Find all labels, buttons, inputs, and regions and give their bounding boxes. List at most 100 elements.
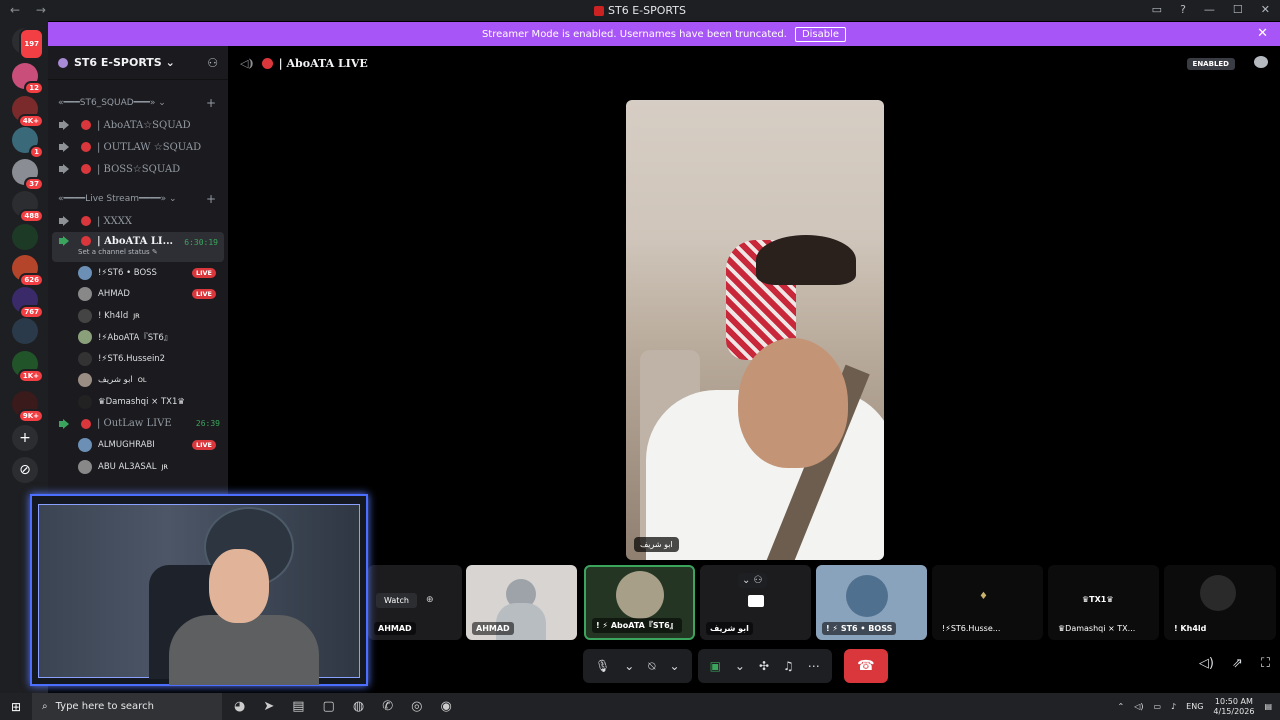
file-explorer-icon[interactable]: ▤ [292,699,304,714]
whatsapp-icon[interactable]: ✆ [382,699,393,714]
fullscreen-icon[interactable]: ⛶ [1261,656,1270,671]
avatar [78,373,92,388]
guild-icon[interactable]: 12 [12,63,44,95]
edge-icon[interactable]: ◎ [411,699,422,714]
category-squad[interactable]: «━━━ST6_SQUAD━━━» ⌄ + [48,92,228,114]
voice-user[interactable]: ابو شريف OL [48,370,228,392]
activities-icon[interactable]: ✣ [759,659,769,673]
live-badge: LIVE [191,267,216,278]
invite-icon[interactable]: ⚇ [207,56,218,70]
category-live-stream[interactable]: «━━━━Live Stream━━━━» ⌄ + [48,188,228,210]
popout-icon[interactable]: ⇗ [1232,656,1243,671]
participant-tile[interactable]: ! ⚡ ST6 • BOSS [816,565,927,640]
microphone-icon[interactable]: 🎙 [595,659,610,673]
discord-home-icon[interactable]: ◕197 [12,28,44,60]
clock[interactable]: 10:50 AM 4/15/2026 [1213,697,1254,717]
voice-user[interactable]: !⚡ST6 • BOSS LIVE [48,262,228,284]
guild-icon[interactable]: 767 [12,287,44,319]
user-name: !⚡AboATA『ST6』 [98,333,173,344]
voice-active-icon [59,418,73,429]
camera-off-icon[interactable]: ⍉ [648,659,655,674]
voice-user[interactable]: ♛Damashqi × TX1♛ [48,391,228,413]
guild-icon-st6[interactable]: 37 [12,159,44,191]
chat-icon[interactable] [1254,56,1268,68]
voice-active-icon [59,236,73,246]
disconnect-button[interactable]: ☎ [843,649,888,683]
channel-aboata-squad[interactable]: | AboATA☆SQUAD [48,114,228,136]
more-icon[interactable]: ⋯ [808,659,820,673]
voice-user[interactable]: ! Kh4ld JR [48,305,228,327]
guild-icon[interactable]: 488 [12,191,44,223]
notifications-icon[interactable]: ▤ [1264,702,1272,711]
voice-user[interactable]: AHMAD LIVE [48,284,228,306]
video-user-label: ابو شريف [634,537,679,552]
inbox-icon[interactable]: ▭ [1152,3,1162,16]
voice-user[interactable]: !⚡ST6.Hussein2 [48,348,228,370]
taskbar-search[interactable]: ⌕ Type here to search [32,693,222,720]
add-channel-icon[interactable]: + [206,192,216,206]
voice-user[interactable]: !⚡AboATA『ST6』 [48,327,228,349]
participant-tile[interactable]: ! Kh4ld [1164,565,1276,640]
channel-aboata-live[interactable]: | AboATA LI... 6:30:19 Set a channel sta… [52,232,224,262]
channel-outlaw-live[interactable]: | OutLaw LIVE 26:39 [48,413,228,435]
participant-tile[interactable]: ⌄ ⚇ ابو شريف [700,565,811,640]
windows-start-icon[interactable]: ⊞ [0,700,32,714]
guild-icon[interactable]: 626 [12,255,44,287]
screen-share-icon[interactable]: ▣ [710,659,721,673]
minimize-icon[interactable]: — [1204,3,1215,16]
channel-status[interactable]: Set a channel status ✎ [78,248,158,256]
channel-xxxx[interactable]: | XXXX [48,210,228,232]
focused-video[interactable]: ابو شريف [626,100,884,560]
chevron-up-icon[interactable]: ⌃ [1118,702,1125,711]
add-server-icon[interactable]: + [12,425,38,451]
watch-stream-icon[interactable]: ⊕ [426,595,434,605]
system-tray: ⌃ ◁) ▭ ♪ ENG 10:50 AM 4/15/2026 ▤ [1118,693,1273,720]
disable-button[interactable]: Disable [794,26,847,42]
telegram-icon[interactable]: ➤ [263,699,274,714]
tx1-logo: ♛TX1♛ [1082,595,1114,604]
user-name: !⚡ST6 • BOSS [98,267,157,278]
guild-icon[interactable]: 1 [12,127,44,159]
watch-button[interactable]: Watch [376,593,417,608]
guild-icon[interactable] [12,318,38,344]
chevron-down-icon[interactable]: ⌄ [735,659,745,673]
guild-icon[interactable]: 4K+ [12,96,44,128]
help-icon[interactable]: ? [1180,3,1186,16]
volume-icon[interactable]: ◁) [1199,656,1214,671]
chevron-down-icon[interactable]: ⌄ [624,659,634,673]
chevron-down-icon[interactable]: ⌄ [670,659,680,673]
network-icon[interactable]: ▭ [1153,702,1161,711]
avatar [78,287,92,302]
app-icon[interactable]: ▢ [323,699,335,714]
add-channel-icon[interactable]: + [206,96,216,110]
voice-icon [59,142,73,152]
channel-boss-squad[interactable]: | BOSS☆SQUAD [48,158,228,180]
soundboard-icon[interactable]: ♫ [783,659,794,673]
search-icon: ⌕ [42,701,48,712]
voice-user[interactable]: ABU AL3ASAL JR [48,456,228,478]
banner-close-icon[interactable]: ✕ [1257,26,1268,41]
voice-user[interactable]: ALMUGHRABI LIVE [48,435,228,457]
close-window-icon[interactable]: ✕ [1261,3,1270,16]
guild-icon[interactable] [12,224,38,250]
guild-icon[interactable]: 9K+ [12,391,44,423]
server-header[interactable]: ST6 E-SPORTS ⌄ ⚇ [48,46,228,80]
participant-tile[interactable]: Watch ⊕ AHMAD [368,565,462,640]
participant-tile[interactable]: ♛TX1♛ ♛Damashqi × TX... [1048,565,1159,640]
firefox-icon[interactable]: ◍ [353,699,364,714]
video-icon[interactable]: ⌄ ⚇ [738,573,767,588]
discord-taskbar-icon[interactable]: ◕ [234,699,245,714]
language-indicator[interactable]: ENG [1186,702,1203,711]
discover-icon[interactable]: ⊘ [12,457,38,483]
channel-outlaw-squad[interactable]: | OUTLAW ☆SQUAD [48,136,228,158]
chrome-icon[interactable]: ◉ [440,699,451,714]
participant-tile[interactable]: ♦ !⚡ST6.Husse... [932,565,1043,640]
user-name: !⚡ST6.Hussein2 [98,353,166,364]
mic-tray-icon[interactable]: ♪ [1171,702,1176,711]
webcam-overlay [30,494,368,686]
participant-tile-selected[interactable]: ! ⚡ AboATA『ST6』 [584,565,695,640]
maximize-icon[interactable]: ☐ [1233,3,1243,16]
participant-tile[interactable]: AHMAD [466,565,577,640]
guild-icon[interactable]: 1K+ [12,351,44,383]
speaker-icon[interactable]: ◁) [1134,702,1143,711]
